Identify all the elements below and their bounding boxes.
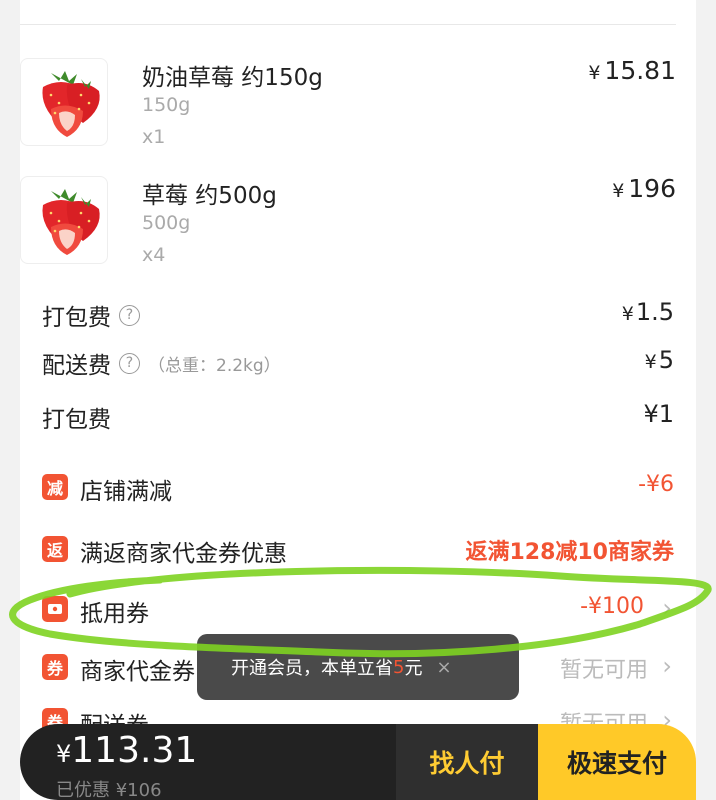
merchant-voucher-value: 暂无可用 — [559, 658, 648, 683]
membership-toast[interactable]: 开通会员，本单立省 5 元 × — [197, 634, 519, 700]
delivery-fee-row: 配送费? （总重：2.2kg） ¥5 — [42, 346, 674, 382]
product-price: ¥15.81 — [588, 56, 676, 85]
currency-symbol: ¥ — [56, 740, 72, 768]
product-price: ¥196 — [612, 174, 676, 203]
delivery-fee-amount: 5 — [658, 346, 674, 374]
store-discount-label: 店铺满减 — [80, 479, 172, 505]
product-item[interactable]: 草莓 约500g 500g x4 ¥196 — [20, 174, 676, 286]
toast-savings: 5 — [393, 656, 405, 678]
friend-pay-button[interactable]: 找人付 — [396, 724, 538, 800]
fast-pay-button[interactable]: 极速支付 — [538, 724, 696, 800]
packing-fee-row: 打包费? ¥1.5 — [42, 298, 674, 334]
cashback-value: 返满128减10商家券 — [465, 540, 674, 565]
currency-symbol: ¥ — [588, 62, 601, 84]
coupon-icon — [42, 596, 68, 622]
strawberry-image — [20, 176, 108, 264]
currency-symbol: ¥ — [612, 180, 625, 202]
currency-symbol: ¥ — [644, 351, 657, 373]
packing-fee-value: ¥1.5 — [622, 298, 674, 326]
checkout-bar: ¥113.31 已优惠 ¥106 找人付 极速支付 — [20, 724, 696, 800]
help-icon[interactable]: ? — [119, 352, 140, 374]
total-amount: ¥113.31 — [56, 730, 197, 771]
toast-text: 开通会员，本单立省 — [231, 658, 393, 679]
product-spec: 500g — [142, 212, 191, 234]
product-spec: 150g — [142, 94, 191, 116]
price-value: 15.81 — [604, 56, 676, 85]
total-weight-note: （总重：2.2kg） — [148, 355, 281, 376]
chevron-right-icon: › — [662, 652, 672, 680]
packing-fee-value: ¥1 — [643, 400, 674, 428]
product-quantity: x1 — [142, 126, 166, 148]
packing-fee-row-2: 打包费 ¥1 — [42, 400, 674, 436]
store-discount-row: 减 店铺满减 -¥6 — [42, 472, 674, 508]
currency-symbol: ¥ — [621, 303, 634, 325]
delivery-fee-value: ¥5 — [645, 346, 674, 374]
cashback-badge: 返 — [42, 536, 68, 562]
strawberry-image — [20, 58, 108, 146]
product-item[interactable]: 奶油草莓 约150g 150g x1 ¥15.81 — [20, 56, 676, 168]
delivery-fee-label: 配送费 — [42, 353, 111, 379]
voucher-badge: 券 — [42, 654, 68, 680]
price-value: 196 — [628, 174, 676, 203]
help-icon[interactable]: ? — [119, 304, 140, 326]
packing-fee-amount: 1.5 — [635, 298, 674, 326]
packing-fee-label: 打包费 — [42, 305, 111, 331]
coupon-value: -¥100 — [580, 594, 644, 619]
merchant-voucher-label: 商家代金券 — [80, 659, 195, 685]
discount-badge: 减 — [42, 474, 68, 500]
cashback-label: 满返商家代金券优惠 — [80, 541, 287, 567]
packing-fee-label: 打包费 — [42, 407, 111, 433]
saved-amount: 已优惠 ¥106 — [56, 780, 162, 800]
coupon-label: 抵用券 — [80, 601, 149, 627]
toast-text-end: 元 — [404, 658, 423, 679]
divider — [20, 24, 676, 25]
total-section: ¥113.31 已优惠 ¥106 — [20, 724, 396, 800]
product-name: 草莓 约500g — [142, 183, 277, 209]
cashback-row: 返 满返商家代金券优惠 返满128减10商家券 — [42, 534, 674, 570]
close-icon[interactable]: × — [436, 657, 451, 678]
store-discount-value: -¥6 — [638, 472, 674, 497]
product-quantity: x4 — [142, 244, 166, 266]
total-value: 113.31 — [71, 730, 198, 771]
product-name: 奶油草莓 约150g — [142, 65, 323, 91]
chevron-right-icon: › — [662, 594, 672, 622]
coupon-row[interactable]: 抵用券 -¥100 › — [42, 594, 674, 630]
